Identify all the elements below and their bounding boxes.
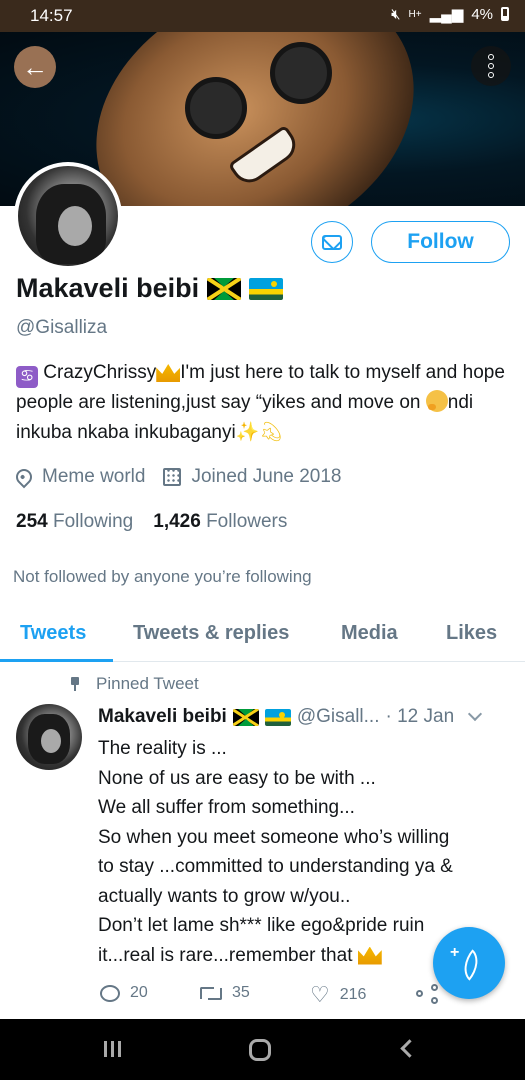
profile-joined: Joined June 2018 <box>191 466 342 487</box>
chevron-down-icon[interactable] <box>468 706 483 722</box>
dizzy-icon: 💫︎ <box>259 422 284 443</box>
following-link[interactable]: 254 Following <box>16 511 133 533</box>
message-icon <box>322 234 342 250</box>
tweet-avatar[interactable] <box>16 704 82 770</box>
reply-button[interactable]: 20 <box>100 984 148 1002</box>
network-type: H+ <box>408 8 422 20</box>
share-button[interactable] <box>416 984 438 1004</box>
display-name: Makaveli beibi <box>16 273 200 303</box>
crown-icon <box>156 364 181 382</box>
followers-link[interactable]: 1,426 Followers <box>153 511 287 533</box>
retweet-icon <box>200 985 222 1001</box>
tab-media[interactable]: Media <box>341 622 398 645</box>
tweet-actions: 20 35 ♡ 216 <box>98 984 498 1010</box>
banner-sunglass-lens <box>270 42 332 104</box>
more-vertical-icon <box>488 54 494 60</box>
calendar-icon <box>163 468 182 486</box>
profile-name-row: Makaveli beibi <box>16 273 284 304</box>
tweet-header: Makaveli beibi @Gisall... · 12 Jan <box>98 706 513 728</box>
tweet-line: actually wants to grow w/you.. <box>98 885 351 907</box>
back-arrow-icon: ← <box>22 51 48 82</box>
profile-handle: @Gisalliza <box>16 317 108 338</box>
rwanda-flag-icon <box>264 708 291 726</box>
jamaica-flag-icon <box>207 277 242 300</box>
tweet-line: The reality is ... <box>98 738 227 759</box>
status-time: 14:57 <box>30 6 73 25</box>
status-icons: 🔇︎ H+ ▂▄▆ 4% <box>391 5 509 23</box>
tweet-line: to stay ...committed to understanding ya… <box>98 856 453 877</box>
android-nav-bar <box>0 1019 525 1080</box>
tab-likes[interactable]: Likes <box>446 622 497 645</box>
signal-icon: ▂▄▆ <box>429 6 464 23</box>
hugging-face-icon <box>425 390 448 412</box>
tweet-author-name[interactable]: Makaveli beibi <box>98 706 227 728</box>
feather-icon <box>450 944 482 976</box>
crown-icon <box>357 946 382 965</box>
tweet-line: We all suffer from something... <box>98 797 355 818</box>
reply-icon <box>100 984 120 1002</box>
rwanda-flag-icon <box>249 277 284 300</box>
profile-location: Meme world <box>42 466 146 487</box>
sparkles-icon: ✨ <box>235 422 260 443</box>
jamaica-flag-icon <box>232 708 259 726</box>
profile-bio: ♋ CrazyChrissy I'm just here to talk to m… <box>16 358 511 448</box>
nav-back-button[interactable] <box>400 1039 419 1058</box>
pinned-label: Pinned Tweet <box>70 674 199 694</box>
active-tab-indicator <box>0 659 113 662</box>
tab-tweets[interactable]: Tweets <box>20 622 86 645</box>
profile-avatar[interactable] <box>14 162 122 270</box>
home-button[interactable] <box>249 1039 271 1061</box>
share-icon <box>416 984 438 1004</box>
recents-button[interactable] <box>104 1041 122 1057</box>
tab-tweets-and-replies[interactable]: Tweets & replies <box>133 622 289 645</box>
message-button[interactable] <box>311 221 353 263</box>
location-pin-icon <box>12 465 36 489</box>
follow-counts: 254 Following 1,426 Followers <box>16 511 287 533</box>
bio-text: CrazyChrissy <box>43 362 157 383</box>
banner-sunglass-lens <box>185 77 247 139</box>
tweet-line: So when you meet someone who’s willing <box>98 826 450 848</box>
like-button[interactable]: ♡ 216 <box>310 984 366 1006</box>
follow-button[interactable]: Follow <box>371 221 510 263</box>
cancer-zodiac-icon: ♋ <box>16 366 38 388</box>
pin-icon <box>70 677 80 691</box>
compose-tweet-button[interactable] <box>433 927 505 999</box>
back-button[interactable]: ← <box>14 46 56 88</box>
mute-icon: 🔇︎ <box>391 5 401 23</box>
mutual-followers-note: Not followed by anyone you’re following <box>13 567 312 586</box>
retweet-button[interactable]: 35 <box>200 984 250 1002</box>
profile-meta: Meme world Joined June 2018 <box>12 465 342 489</box>
status-bar: 14:57 🔇︎ H+ ▂▄▆ 4% <box>0 0 525 32</box>
tweet-date: · 12 Jan <box>385 706 455 727</box>
battery-icon <box>501 7 509 21</box>
profile-tabs: Tweets Tweets & replies Media Likes <box>0 605 525 662</box>
heart-icon: ♡ <box>310 982 330 1007</box>
tweet-author-handle: @Gisall... <box>296 706 380 727</box>
battery-level: 4% <box>471 5 493 23</box>
more-options-button[interactable] <box>471 46 511 86</box>
tweet-line: None of us are easy to be with ... <box>98 767 376 789</box>
